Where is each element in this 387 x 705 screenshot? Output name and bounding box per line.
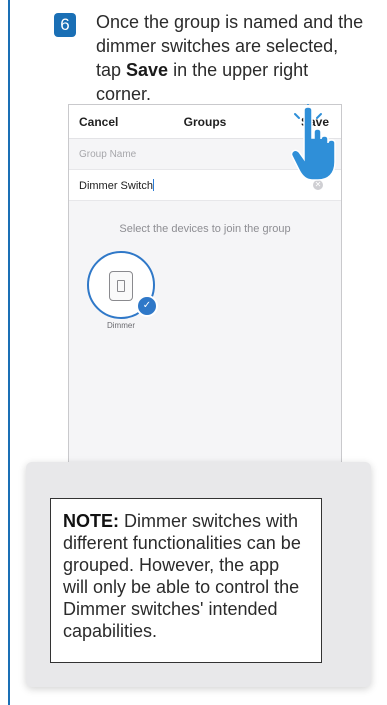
group-name-text: Dimmer Switch [79, 180, 153, 192]
light-switch-icon [109, 271, 133, 301]
pointing-hand-icon [290, 104, 336, 181]
note-panel: NOTE: Dimmer switches with different fun… [26, 462, 371, 687]
left-margin-rule [8, 0, 10, 705]
switch-toggle [117, 280, 125, 292]
device-label: Dimmer [107, 321, 135, 330]
text-caret [152, 179, 154, 191]
step-number-badge: 6 [54, 13, 76, 37]
note-box: NOTE: Dimmer switches with different fun… [50, 498, 322, 663]
checkmark-icon: ✓ [136, 295, 158, 317]
select-devices-prompt: Select the devices to join the group [119, 223, 291, 235]
group-name-label: Group Name [79, 149, 137, 160]
step-instruction: Once the group is named and the dimmer s… [96, 10, 368, 106]
group-name-input-value[interactable]: Dimmer Switch [79, 179, 154, 192]
note-label: NOTE: [63, 511, 119, 531]
step-bold-save: Save [126, 60, 169, 80]
